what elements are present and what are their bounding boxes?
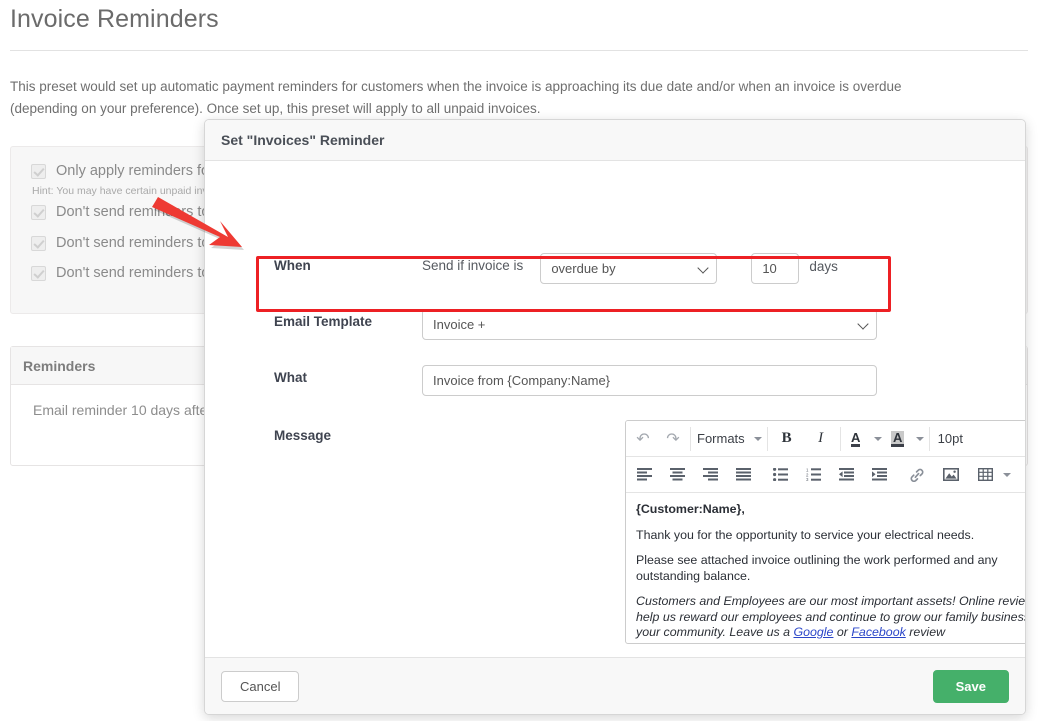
checkbox-3[interactable] [31, 265, 46, 281]
message-paragraph-2: Please see attached invoice outlining th… [636, 553, 998, 583]
toolbar-separator [766, 426, 768, 451]
editor-toolbar-row-2: 1 2 3 [626, 457, 1025, 493]
facebook-review-link[interactable]: Facebook [851, 625, 905, 639]
when-row: When Send if invoice is overdue by days [274, 253, 838, 284]
formats-label: Formats [697, 431, 745, 446]
outdent-icon[interactable] [830, 460, 863, 490]
undo-icon[interactable]: ↶ [628, 424, 658, 454]
what-subject-input[interactable] [422, 365, 877, 396]
svg-text:3: 3 [806, 477, 809, 481]
save-button[interactable]: Save [932, 669, 1009, 703]
background-color-icon[interactable]: A [885, 424, 911, 454]
chevron-down-icon[interactable] [873, 436, 882, 441]
when-days-suffix: days [809, 259, 838, 274]
when-condition-wrap: overdue by [540, 253, 718, 284]
message-paragraph-1: Thank you for the opportunity to service… [636, 527, 975, 542]
align-right-icon[interactable] [694, 460, 727, 490]
message-row: Message [274, 423, 422, 443]
toolbar-separator [928, 426, 930, 451]
message-paragraph-3-text-b: or [833, 625, 852, 639]
table-icon[interactable] [972, 460, 998, 490]
toolbar-separator [839, 426, 841, 451]
what-row: What [274, 365, 877, 396]
message-paragraph-3-text-c: review [905, 625, 946, 639]
checkbox-0[interactable] [31, 163, 46, 179]
what-label: What [274, 370, 307, 385]
indent-icon[interactable] [863, 460, 896, 490]
google-review-link[interactable]: Google [793, 625, 833, 639]
message-greeting: {Customer:Name}, [636, 502, 745, 516]
modal-title: Set "Invoices" Reminder [221, 132, 385, 148]
align-center-icon[interactable] [661, 460, 694, 490]
checkbox-1[interactable] [31, 204, 46, 220]
redo-icon[interactable]: ↷ [658, 424, 688, 454]
email-template-select[interactable]: Invoice + [422, 309, 877, 340]
modal-footer: Cancel Save [205, 657, 1025, 714]
chevron-down-icon[interactable] [915, 436, 924, 441]
when-prefix-text: Send if invoice is [422, 258, 524, 273]
email-template-row: Email Template Invoice + [274, 309, 877, 340]
editor-toolbar-row-1: ↶ ↷ Formats B I A A 10pt [626, 421, 1025, 457]
email-template-label: Email Template [274, 314, 373, 329]
source-code-icon[interactable]: <> [1018, 460, 1025, 490]
message-paragraph-3: Customers and Employees are our most imp… [636, 594, 1025, 641]
page-title: Invoice Reminders [10, 5, 219, 33]
image-icon[interactable] [934, 460, 968, 490]
modal-body: When Send if invoice is overdue by days … [205, 161, 1025, 658]
link-icon[interactable] [900, 460, 934, 490]
when-condition-select[interactable]: overdue by [540, 253, 718, 284]
chevron-down-icon[interactable] [1003, 472, 1011, 477]
formats-dropdown[interactable]: Formats [693, 424, 765, 454]
font-size-dropdown[interactable]: 10pt [932, 424, 1025, 454]
align-justify-icon[interactable] [727, 460, 760, 490]
toolbar-separator [690, 426, 691, 451]
cancel-button[interactable]: Cancel [221, 670, 300, 702]
align-left-icon[interactable] [628, 460, 661, 490]
set-reminder-modal: Set "Invoices" Reminder When Send if inv… [204, 119, 1026, 715]
message-editor: ↶ ↷ Formats B I A A 10pt 1 2 3 {Customer… [625, 420, 1025, 644]
when-label: When [274, 258, 311, 273]
bold-icon[interactable]: B [770, 424, 804, 454]
modal-header: Set "Invoices" Reminder [205, 120, 1025, 161]
message-label: Message [274, 428, 332, 443]
when-days-input[interactable] [751, 253, 800, 284]
page-description: This preset would set up automatic payme… [10, 79, 902, 116]
numbered-list-icon[interactable]: 1 2 3 [797, 460, 830, 490]
text-color-icon[interactable]: A [843, 424, 869, 454]
bullet-list-icon[interactable] [764, 460, 797, 490]
chevron-down-icon [753, 436, 762, 441]
italic-icon[interactable]: I [804, 424, 838, 454]
font-size-label: 10pt [937, 431, 963, 446]
options-hint: Hint: You may have certain unpaid invoic… [32, 185, 233, 197]
message-body[interactable]: {Customer:Name}, Thank you for the oppor… [626, 493, 1025, 643]
email-template-wrap: Invoice + [422, 309, 877, 340]
checkbox-2[interactable] [31, 235, 46, 251]
title-divider [10, 50, 1028, 51]
app-root: Invoice Reminders This preset would set … [0, 0, 1038, 721]
